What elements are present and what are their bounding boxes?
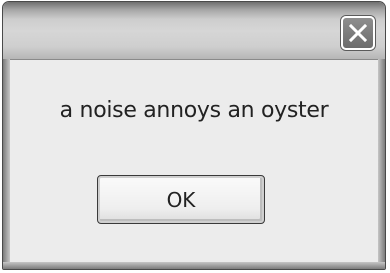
- title-bar[interactable]: [3, 2, 385, 60]
- dialog-body: a noise annoys an oyster OK: [10, 60, 378, 262]
- message-text: a noise annoys an oyster: [59, 98, 329, 123]
- window-border-right: [378, 59, 385, 269]
- close-icon: [347, 22, 369, 44]
- window-border-bottom: [3, 262, 385, 269]
- window-border-left: [3, 59, 10, 269]
- ok-button[interactable]: OK: [97, 175, 265, 224]
- close-button[interactable]: [341, 16, 375, 50]
- message-dialog: a noise annoys an oyster OK: [2, 1, 386, 270]
